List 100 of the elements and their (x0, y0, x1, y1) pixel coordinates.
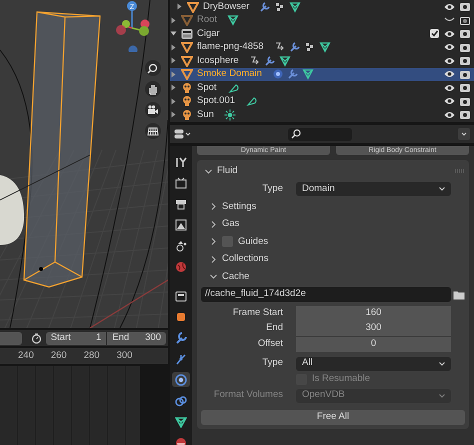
panel-header[interactable]: Fluid (205, 162, 450, 180)
camera-icon[interactable] (460, 70, 470, 79)
eye-icon[interactable] (444, 110, 455, 119)
eye-icon[interactable] (444, 43, 455, 52)
camera-icon[interactable] (460, 96, 470, 106)
camera-icon[interactable] (460, 42, 470, 52)
sun-icon (224, 108, 236, 121)
spot-light-icon (226, 82, 239, 94)
object-name: Icosphere (197, 54, 239, 68)
light-icon (181, 95, 193, 108)
outliner-row[interactable]: Cigar (170, 27, 474, 40)
physics-icon (175, 374, 187, 386)
type-dropdown[interactable]: All (296, 356, 451, 370)
caret-icon (439, 394, 445, 398)
number-field[interactable]: 300 (296, 320, 451, 336)
subpanel-header[interactable]: Gas (201, 216, 465, 233)
end-frame-field[interactable]: End 300 (107, 332, 166, 344)
field-label: Offset (256, 336, 284, 351)
start-frame-field[interactable]: Start 1 (46, 332, 106, 344)
number-field[interactable]: 160 (296, 306, 451, 320)
object-name: Sun (197, 108, 214, 122)
grid-icon[interactable] (147, 125, 159, 137)
number-field[interactable]: 0 (296, 336, 451, 352)
outliner-row[interactable]: Icosphere (170, 54, 474, 68)
expand-arrow-icon[interactable] (170, 84, 177, 92)
outliner-row[interactable]: Root (170, 14, 474, 27)
object-icon (181, 14, 193, 26)
expand-arrow-icon[interactable] (170, 98, 177, 105)
outliner-row[interactable]: Sun (170, 108, 474, 122)
zoom-icon[interactable] (147, 62, 159, 74)
camera-icon[interactable] (460, 83, 470, 92)
scene-icon (175, 240, 187, 252)
outliner-row[interactable]: Spot (170, 81, 474, 94)
subpanel-header[interactable]: Guides (201, 233, 465, 250)
chevron-icon (210, 220, 217, 228)
camera-icon[interactable] (460, 56, 470, 66)
dropdown-icon[interactable] (458, 128, 470, 140)
physics-icon (272, 68, 284, 80)
subpanel-header[interactable]: Collections (201, 250, 465, 268)
hand-icon[interactable] (147, 83, 159, 95)
camera-icon[interactable] (460, 110, 470, 120)
particles-icon (304, 41, 316, 54)
caret-icon (439, 362, 445, 366)
grip-icon (455, 169, 465, 173)
free-all-button[interactable]: Free All (201, 410, 465, 424)
object-icon (187, 0, 199, 13)
chevron-icon (210, 256, 217, 263)
folder-icon[interactable] (453, 290, 465, 300)
render-icon (175, 176, 187, 188)
object-name: Spot.001 (197, 94, 236, 108)
eye-icon[interactable] (444, 2, 455, 11)
editor-type-icon[interactable] (174, 129, 192, 139)
eye-icon[interactable] (444, 84, 455, 92)
field-label: End (265, 320, 284, 335)
object-icon (181, 68, 193, 80)
outliner-row[interactable]: Smoke Domain (170, 68, 474, 81)
object-icon (175, 310, 187, 322)
light-icon (181, 82, 193, 94)
frame-number: 280 (84, 348, 100, 363)
expand-arrow-icon[interactable] (170, 111, 177, 118)
outliner-row[interactable]: DryBowser (170, 0, 474, 14)
spot-light-icon (245, 95, 258, 108)
wrench-icon (259, 0, 272, 13)
field-label: Type (261, 356, 284, 370)
expand-arrow-icon[interactable] (170, 30, 177, 38)
field-label: Type (261, 182, 284, 196)
cache-path-field[interactable]: //cache_fluid_174d3d2e (201, 287, 451, 302)
expand-arrow-icon[interactable] (170, 44, 177, 51)
eye-icon[interactable] (444, 30, 455, 38)
outliner-row[interactable]: Spot.001 (170, 94, 474, 108)
camera-icon[interactable] (460, 16, 470, 25)
mesh-icon (318, 41, 331, 54)
expand-arrow-icon[interactable] (170, 57, 177, 64)
search-icon (291, 129, 301, 139)
frame-number: 260 (50, 348, 67, 363)
particles-icon (175, 352, 187, 364)
frame-field[interactable] (0, 332, 22, 344)
subpanel-header[interactable]: Cache (201, 268, 465, 286)
camera-icon[interactable] (460, 2, 470, 12)
camera-icon[interactable] (147, 104, 159, 116)
subpanel-header[interactable]: Settings (201, 198, 465, 216)
object-icon (181, 54, 193, 67)
wrench-icon (286, 68, 299, 80)
camera-icon[interactable] (460, 29, 470, 38)
eye-icon[interactable] (444, 97, 455, 106)
chevron-icon (210, 203, 217, 210)
outliner-row[interactable]: flame-png-4858 (170, 40, 474, 54)
chevron-icon (210, 238, 217, 246)
checkbox[interactable] (430, 29, 439, 38)
caret-icon (439, 187, 445, 191)
search-field[interactable] (288, 128, 352, 140)
eye-icon[interactable] (444, 56, 455, 65)
eye-icon[interactable] (444, 70, 455, 78)
object-name: flame-png-4858 (197, 40, 264, 54)
type-dropdown[interactable]: Domain (296, 182, 451, 196)
properties-tab[interactable] (172, 372, 190, 387)
object-name: Cigar (197, 26, 220, 41)
expand-arrow-icon[interactable] (176, 3, 183, 10)
expand-arrow-icon[interactable] (170, 16, 177, 24)
field-label: Format Volumes (212, 388, 284, 402)
